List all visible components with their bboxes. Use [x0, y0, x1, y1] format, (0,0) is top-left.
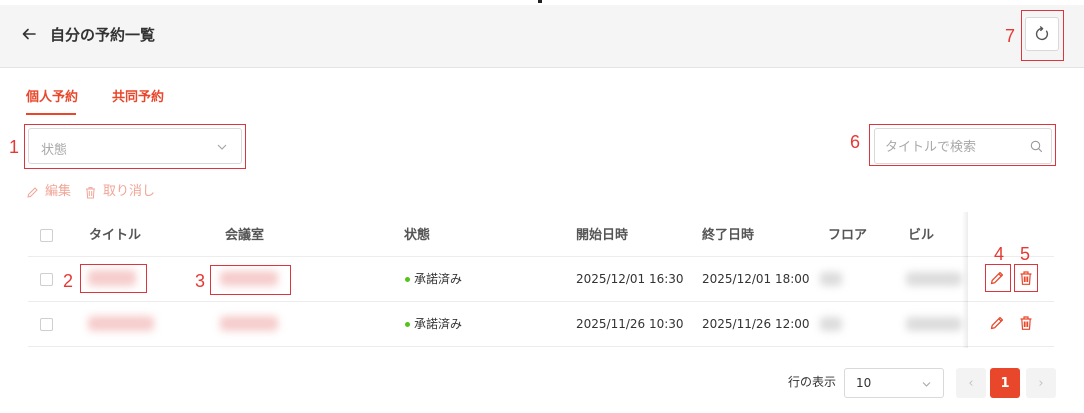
column-header-end[interactable]: 終了日時 — [702, 228, 754, 244]
column-header-building[interactable]: ビル — [908, 228, 934, 244]
bulk-edit-label: 編集 — [45, 184, 72, 199]
back-arrow-icon[interactable] — [20, 25, 38, 43]
row-1-status-text: 承諾済み — [414, 272, 463, 286]
row-2-building-redacted — [906, 317, 962, 331]
column-header-start[interactable]: 開始日時 — [576, 228, 628, 244]
row-2-floor-redacted — [820, 317, 842, 331]
row-1-checkbox[interactable] — [40, 273, 53, 286]
row-2-delete-trash-icon[interactable] — [1018, 315, 1034, 331]
annotation-label-4: 4 — [994, 244, 1005, 264]
annotation-label-5: 5 — [1020, 244, 1031, 264]
status-approved-dot — [405, 321, 410, 327]
row-divider — [28, 346, 1054, 347]
annotation-label-2: 2 — [63, 271, 74, 291]
top-edge-marker — [538, 0, 542, 3]
annotation-box-delete-icon — [1014, 264, 1038, 292]
row-2-edit-pencil-icon[interactable] — [989, 315, 1005, 331]
column-header-room[interactable]: 会議室 — [225, 228, 264, 244]
rows-per-page-value: 10 — [856, 376, 872, 390]
bulk-cancel-label: 取り消し — [103, 184, 156, 199]
page-header: 自分の予約一覧 — [0, 5, 1084, 68]
row-divider — [28, 301, 1054, 302]
pencil-icon — [27, 186, 38, 198]
status-approved-dot — [405, 276, 410, 282]
row-1-start: 2025/12/01 16:30 — [576, 272, 684, 286]
row-1-end: 2025/12/01 18:00 — [702, 272, 810, 286]
annotation-box-edit-icon — [985, 264, 1011, 292]
chevron-down-icon — [922, 382, 931, 387]
next-page-button[interactable]: › — [1026, 368, 1056, 398]
column-header-status[interactable]: 状態 — [404, 228, 430, 244]
bulk-edit-button[interactable]: 編集 — [26, 184, 71, 200]
column-header-title[interactable]: タイトル — [89, 228, 141, 244]
row-2-end: 2025/11/26 12:00 — [702, 317, 810, 331]
annotation-label-7: 7 — [1005, 26, 1016, 46]
row-2-start: 2025/11/26 10:30 — [576, 317, 684, 331]
tab-shared-reservations[interactable]: 共同予約 — [112, 90, 164, 106]
rows-per-page-select[interactable]: 10 — [844, 368, 944, 398]
row-1-building-redacted — [906, 272, 962, 286]
trash-icon — [86, 186, 95, 198]
fixed-column-shadow — [962, 212, 968, 348]
row-2-room-redacted — [220, 316, 278, 331]
annotation-box-refresh — [1021, 10, 1064, 61]
annotation-box-search — [869, 124, 1056, 166]
row-2-status: 承諾済み — [405, 316, 462, 332]
annotation-box-status-select — [24, 124, 246, 169]
header-divider — [28, 256, 1054, 257]
active-tab-indicator — [26, 113, 76, 115]
tab-personal-reservations[interactable]: 個人予約 — [26, 90, 78, 106]
page-title: 自分の予約一覧 — [50, 26, 156, 44]
bulk-cancel-button[interactable]: 取り消し — [84, 184, 155, 200]
annotation-label-6: 6 — [850, 132, 861, 152]
annotation-label-1: 1 — [9, 137, 20, 157]
annotation-box-row-title — [80, 264, 147, 293]
select-all-checkbox[interactable] — [40, 229, 53, 242]
row-1-status: 承諾済み — [405, 271, 462, 287]
row-2-title-redacted[interactable] — [88, 316, 154, 331]
page-1-button[interactable]: 1 — [990, 368, 1020, 398]
rows-per-page-label: 行の表示 — [788, 375, 837, 389]
prev-page-button[interactable]: ‹ — [956, 368, 986, 398]
column-header-floor[interactable]: フロア — [828, 228, 867, 244]
annotation-box-row-room — [210, 265, 291, 295]
row-2-checkbox[interactable] — [40, 318, 53, 331]
annotation-label-3: 3 — [195, 271, 206, 291]
row-1-floor-redacted — [820, 272, 842, 286]
row-2-status-text: 承諾済み — [414, 317, 463, 331]
